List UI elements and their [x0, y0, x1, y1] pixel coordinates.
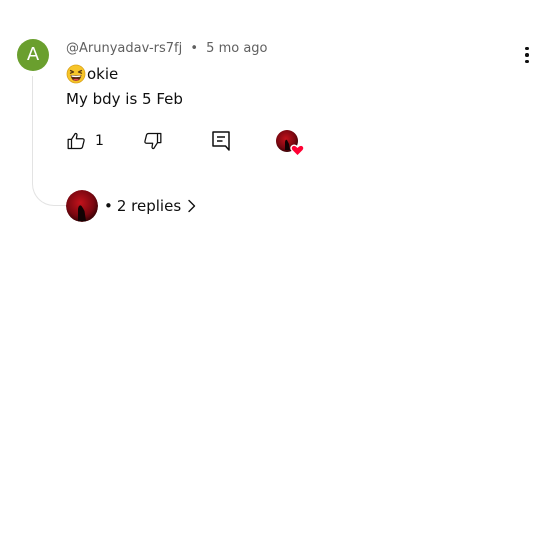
- comment-thread: A @Arunyadav-rs7fj • 5 mo ago okie My bd…: [0, 0, 560, 560]
- creator-heart-badge: [275, 130, 305, 158]
- avatar-letter: A: [26, 44, 40, 65]
- like-button[interactable]: 1: [66, 131, 104, 151]
- comment-time: 5 mo ago: [206, 41, 268, 56]
- author-avatar[interactable]: A: [17, 39, 49, 71]
- comment-meta: @Arunyadav-rs7fj • 5 mo ago: [66, 41, 268, 56]
- reply-button[interactable]: [211, 130, 231, 152]
- comment-text-1: okie: [87, 65, 119, 83]
- grinning-squinting-face-emoji: [66, 64, 86, 84]
- comment-reply-icon: [212, 131, 230, 151]
- thumbs-down-icon: [144, 132, 162, 150]
- replier-avatar: [66, 190, 98, 222]
- comment-text-line-1: okie: [66, 64, 118, 84]
- replies-count-label: 2 replies: [116, 197, 182, 215]
- comment-text-line-2: My bdy is 5 Feb: [66, 90, 183, 108]
- more-vertical-icon: [525, 46, 529, 51]
- creator-heart-icon: [276, 130, 305, 157]
- dislike-button[interactable]: [142, 131, 163, 151]
- profile-picture-icon: [66, 190, 98, 222]
- thread-connector-line: [32, 76, 66, 206]
- chevron-right-icon: [188, 199, 196, 213]
- view-replies-button[interactable]: • 2 replies: [66, 190, 197, 222]
- thumbs-up-icon: [67, 132, 85, 150]
- meta-separator: •: [190, 41, 199, 56]
- more-options-button[interactable]: [516, 44, 538, 66]
- replies-separator: •: [104, 197, 113, 215]
- author-handle[interactable]: @Arunyadav-rs7fj: [66, 41, 182, 56]
- replies-label-wrap: • 2 replies: [104, 197, 181, 215]
- like-count: 1: [95, 133, 104, 149]
